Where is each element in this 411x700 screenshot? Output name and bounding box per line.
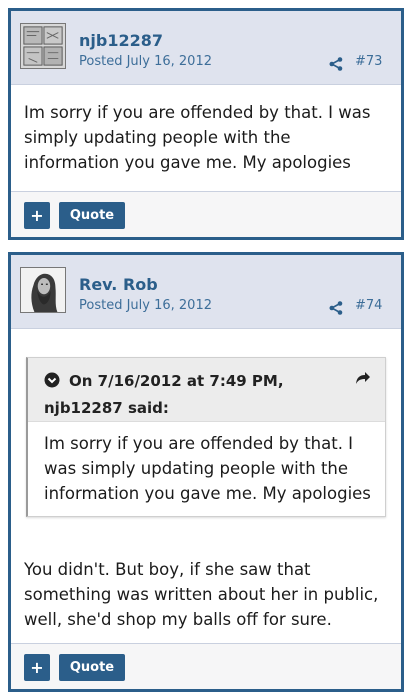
plus-button[interactable]: + (24, 202, 50, 229)
quote-button[interactable]: Quote (59, 654, 125, 681)
reply-arrow-icon[interactable] (355, 370, 371, 386)
share-icon[interactable] (329, 57, 343, 71)
share-icon[interactable] (329, 301, 343, 315)
quote-text: Im sorry if you are offended by that. I … (28, 422, 385, 516)
post-header: Rev. Rob Posted July 16, 2012 #74 (11, 255, 401, 329)
plus-button[interactable]: + (24, 654, 50, 681)
quote-block: On 7/16/2012 at 7:49 PM, njb12287 said: … (26, 357, 386, 517)
post-content: On 7/16/2012 at 7:49 PM, njb12287 said: … (11, 329, 401, 632)
avatar[interactable] (20, 267, 66, 313)
post-number-link[interactable]: #73 (355, 54, 382, 69)
quote-date: On 7/16/2012 at 7:49 PM, (69, 372, 284, 390)
post-footer: + Quote (11, 191, 401, 237)
post-footer: + Quote (11, 643, 401, 689)
chevron-circle-down-icon[interactable] (44, 372, 60, 388)
username[interactable]: njb12287 (79, 31, 163, 50)
post-date[interactable]: Posted July 16, 2012 (79, 54, 212, 69)
username[interactable]: Rev. Rob (79, 275, 158, 294)
post-74: Rev. Rob Posted July 16, 2012 #74 On 7/1… (8, 252, 404, 692)
post-date[interactable]: Posted July 16, 2012 (79, 298, 212, 313)
post-73: njb12287 Posted July 16, 2012 #73 Im sor… (8, 8, 404, 240)
quote-button[interactable]: Quote (59, 202, 125, 229)
quote-header: On 7/16/2012 at 7:49 PM, njb12287 said: (28, 358, 385, 422)
reply-text: You didn't. But boy, if she saw that som… (24, 560, 379, 629)
avatar[interactable] (20, 23, 66, 69)
quote-author: njb12287 said: (44, 399, 169, 417)
post-content: Im sorry if you are offended by that. I … (24, 103, 371, 172)
post-header: njb12287 Posted July 16, 2012 #73 (11, 11, 401, 85)
post-number-link[interactable]: #74 (355, 298, 382, 313)
